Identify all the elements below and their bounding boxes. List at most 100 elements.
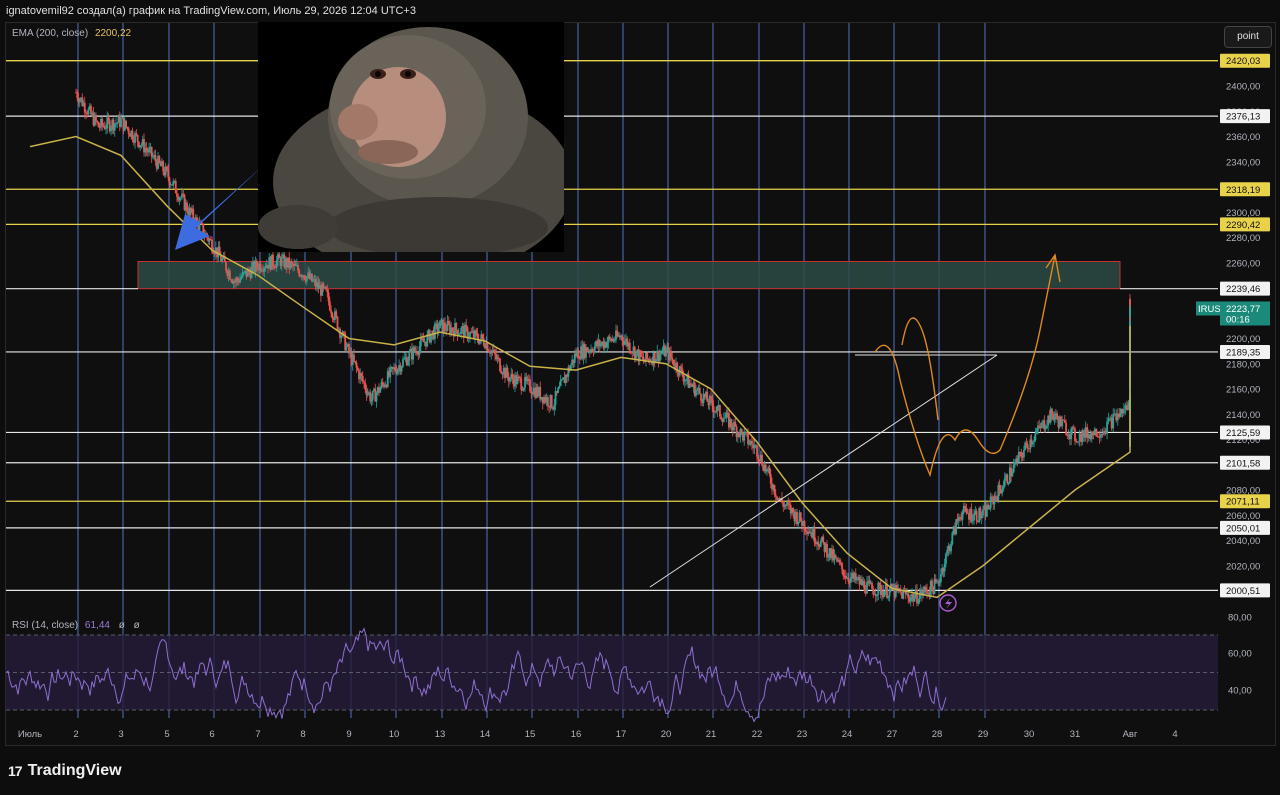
rsi-legend[interactable]: RSI (14, close) 61,44 ø ø xyxy=(12,620,140,631)
time-tick-label: 6 xyxy=(209,729,214,740)
candle-body xyxy=(78,99,81,103)
rsi-extra-1: ø xyxy=(118,620,125,631)
ema-label: EMA (200, close) xyxy=(12,28,89,39)
candle-body xyxy=(275,260,278,268)
rsi-extra-2: ø xyxy=(133,620,140,631)
candle-body xyxy=(1020,452,1023,457)
candle-body xyxy=(876,594,878,597)
price-tick-label: 2280,00 xyxy=(1226,233,1260,244)
candle-body xyxy=(943,563,946,572)
candle-body xyxy=(243,271,245,273)
candle-body xyxy=(743,432,746,441)
candle-body xyxy=(842,569,845,576)
yellow-level-label: 2290,42 xyxy=(1226,220,1260,231)
monkey-photo xyxy=(258,22,564,252)
candle-body xyxy=(221,258,224,262)
candle-body xyxy=(1033,440,1036,442)
candle-body xyxy=(813,528,816,543)
candle-body xyxy=(125,120,128,128)
candle-body xyxy=(419,338,422,347)
candle-body xyxy=(182,193,185,195)
candle-body xyxy=(482,338,485,346)
candle-body xyxy=(847,577,850,581)
candle-body xyxy=(740,428,743,433)
candle-body xyxy=(136,134,139,142)
time-tick-label: 16 xyxy=(571,729,582,740)
ema-legend[interactable]: EMA (200, close) 2200,22 xyxy=(12,28,131,39)
candle-body xyxy=(924,587,927,590)
candle-body xyxy=(964,505,967,509)
candle-body xyxy=(1070,428,1073,440)
candle-body xyxy=(240,277,243,279)
candle-body xyxy=(135,133,138,135)
candle-body xyxy=(871,582,873,589)
candle-body xyxy=(110,127,112,132)
time-tick-label: 28 xyxy=(932,729,943,740)
candle-body xyxy=(120,118,122,127)
candle-body xyxy=(290,261,293,264)
candle-body xyxy=(470,332,473,334)
candle-body xyxy=(819,541,822,547)
candle-body xyxy=(1012,464,1015,473)
candle-body xyxy=(917,601,920,604)
candle-body xyxy=(166,166,168,170)
white-level-label: 2239,46 xyxy=(1226,284,1260,295)
candle-body xyxy=(1011,472,1014,477)
candle-body xyxy=(116,122,119,124)
candle-body xyxy=(747,433,749,445)
candle-body xyxy=(272,254,274,267)
candlestick-chart[interactable]: 2400,002380,002360,002340,002300,002280,… xyxy=(0,0,1280,795)
candle-body xyxy=(1106,421,1108,434)
candle-body xyxy=(455,323,458,331)
candle-body xyxy=(768,467,771,475)
white-level-label: 2000,51 xyxy=(1226,586,1260,597)
candle-body xyxy=(1001,489,1004,494)
lightning-icon xyxy=(945,598,952,609)
candle-body xyxy=(646,352,649,360)
time-tick-label: 9 xyxy=(346,729,351,740)
time-tick-label: 22 xyxy=(752,729,763,740)
candle-body xyxy=(439,320,441,329)
candle-body xyxy=(506,367,509,377)
candle-body xyxy=(97,122,100,128)
candle-body xyxy=(239,278,242,283)
candle-body xyxy=(883,591,886,597)
candle-body xyxy=(918,594,921,602)
rsi-label: RSI (14, close) xyxy=(12,620,79,631)
countdown-label: 00:16 xyxy=(1226,314,1250,325)
candle-body xyxy=(403,358,406,360)
candle-body xyxy=(360,373,363,377)
point-button[interactable]: point xyxy=(1224,26,1272,48)
candle-body xyxy=(364,382,367,390)
candle-body xyxy=(330,310,333,314)
candle-body xyxy=(416,350,418,355)
candle-body xyxy=(939,574,942,583)
ticker-label: IRUS xyxy=(1198,304,1221,315)
candle-body xyxy=(792,508,795,513)
candle-body xyxy=(311,273,313,282)
candle-body xyxy=(225,262,227,271)
candle-body xyxy=(1107,418,1110,422)
time-tick-label: 3 xyxy=(118,729,123,740)
candle-body xyxy=(706,391,709,402)
candle-body xyxy=(1031,441,1034,445)
price-tick-label: 2360,00 xyxy=(1226,132,1260,143)
candle-body xyxy=(1045,425,1048,429)
candle-body xyxy=(176,193,178,197)
candle-body xyxy=(402,359,404,367)
candle-body xyxy=(370,399,373,402)
candle-body xyxy=(278,253,281,258)
candle-body xyxy=(973,513,975,521)
price-tick-label: 2060,00 xyxy=(1226,511,1260,522)
candle-body xyxy=(966,512,969,514)
candle-body xyxy=(987,504,990,510)
time-tick-label: 4 xyxy=(1172,729,1177,740)
candle-body xyxy=(273,266,276,268)
candle-body xyxy=(326,289,329,293)
trendline xyxy=(649,354,998,588)
candle-body xyxy=(1044,428,1047,430)
candle-body xyxy=(730,419,733,428)
candle-body xyxy=(975,510,978,521)
candle-body xyxy=(773,484,776,495)
time-tick-label: 29 xyxy=(978,729,989,740)
